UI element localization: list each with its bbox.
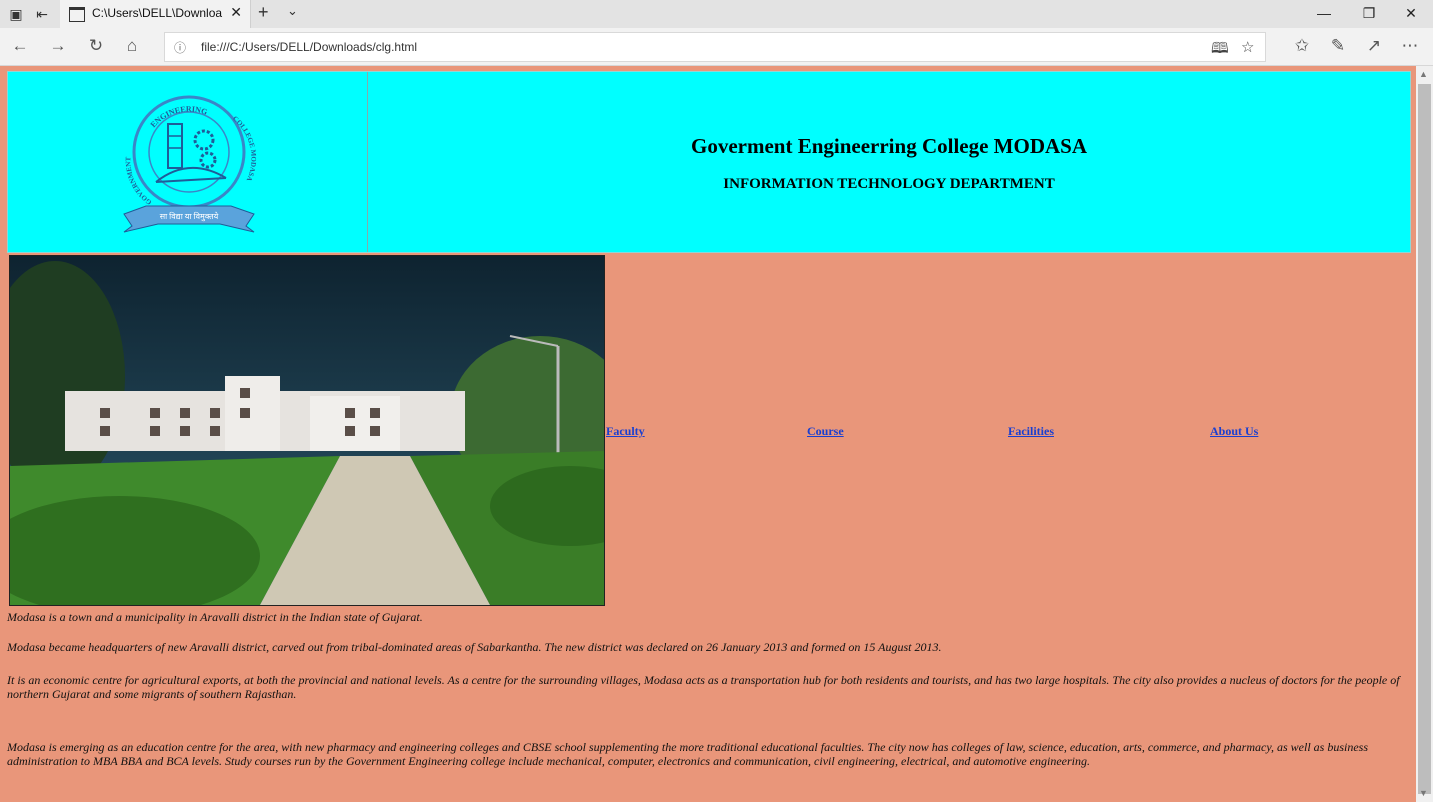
scrollbar-thumb[interactable] [1418,84,1431,794]
window-close-icon[interactable]: ✕ [1396,5,1426,22]
chevron-down-icon[interactable]: ⌄ [287,3,298,19]
nav-link-facilities[interactable]: Facilities [1008,424,1054,439]
pen-icon[interactable]: ✎ [1326,36,1350,56]
page-title: Goverment Engineerring College MODASA [690,134,1088,158]
paragraph-intro: Modasa is a town and a municipality in A… [7,610,423,624]
logo-ribbon-text: सा विद्या या विमुक्तये [160,211,219,222]
nav-link-faculty[interactable]: Faculty [606,424,645,439]
address-url[interactable]: file:///C:/Users/DELL/Downloads/clg.html [201,40,417,54]
plus-icon[interactable]: + [258,2,269,23]
more-icon[interactable]: ⋯ [1398,36,1422,56]
paragraph-education: Modasa is emerging as an education centr… [7,740,1369,768]
header-table: ENGINEERING COLLEGE MODASA GOVERNMENT सा… [7,71,1411,253]
address-bar[interactable]: ⓘ file:///C:/Users/DELL/Downloads/clg.ht… [164,32,1266,62]
share-icon[interactable]: ↗ [1362,36,1386,56]
page-icon [69,7,85,22]
close-icon[interactable]: ✕ [230,4,242,21]
nav-link-course[interactable]: Course [807,424,844,439]
scroll-up-icon[interactable]: ▲ [1419,69,1428,79]
forward-arrow-icon[interactable]: → [46,36,70,56]
navigation-bar: ← → ↻ ⌂ ⓘ file:///C:/Users/DELL/Download… [0,28,1433,66]
home-icon[interactable]: ⌂ [120,36,144,56]
tab-preview-icon[interactable]: ▣ [6,4,26,24]
star-icon[interactable]: ☆ [1241,38,1254,56]
minimize-icon[interactable]: — [1309,5,1339,21]
page-viewport: ENGINEERING COLLEGE MODASA GOVERNMENT सा… [0,66,1416,802]
nav-link-about-us[interactable]: About Us [1210,424,1258,439]
refresh-icon[interactable]: ↻ [84,36,108,56]
scroll-down-icon[interactable]: ▼ [1419,788,1428,798]
logo-cell: ENGINEERING COLLEGE MODASA GOVERNMENT सा… [8,72,368,252]
paragraph-economy: It is an economic centre for agricultura… [7,673,1400,701]
back-arrow-icon[interactable]: ← [8,36,32,56]
tab-title: C:\Users\DELL\Downloa [92,6,223,20]
browser-tab[interactable]: C:\Users\DELL\Downloa ✕ [60,0,251,28]
department-name: INFORMATION TECHNOLOGY DEPARTMENT [723,176,1055,192]
vertical-scrollbar[interactable]: ▲ ▼ [1416,66,1433,802]
logo-text-left: GOVERNMENT [124,156,153,206]
favorites-list-icon[interactable]: ✩ [1290,36,1314,56]
paragraph-district: Modasa became headquarters of new Araval… [7,640,942,654]
svg-text:GOVERNMENT: GOVERNMENT [124,156,153,206]
reading-view-icon[interactable]: 🕮 [1211,38,1229,63]
set-aside-tabs-icon[interactable]: ⇤ [32,4,52,24]
college-logo: ENGINEERING COLLEGE MODASA GOVERNMENT सा… [116,86,261,234]
tab-bar: ▣ ⇤ C:\Users\DELL\Downloa ✕ + ⌄ — ❐ ✕ [0,0,1433,28]
restore-icon[interactable]: ❐ [1354,5,1384,22]
campus-photo [9,255,605,606]
title-cell: Goverment Engineerring College MODASA IN… [368,72,1410,252]
info-icon[interactable]: ⓘ [174,39,186,56]
